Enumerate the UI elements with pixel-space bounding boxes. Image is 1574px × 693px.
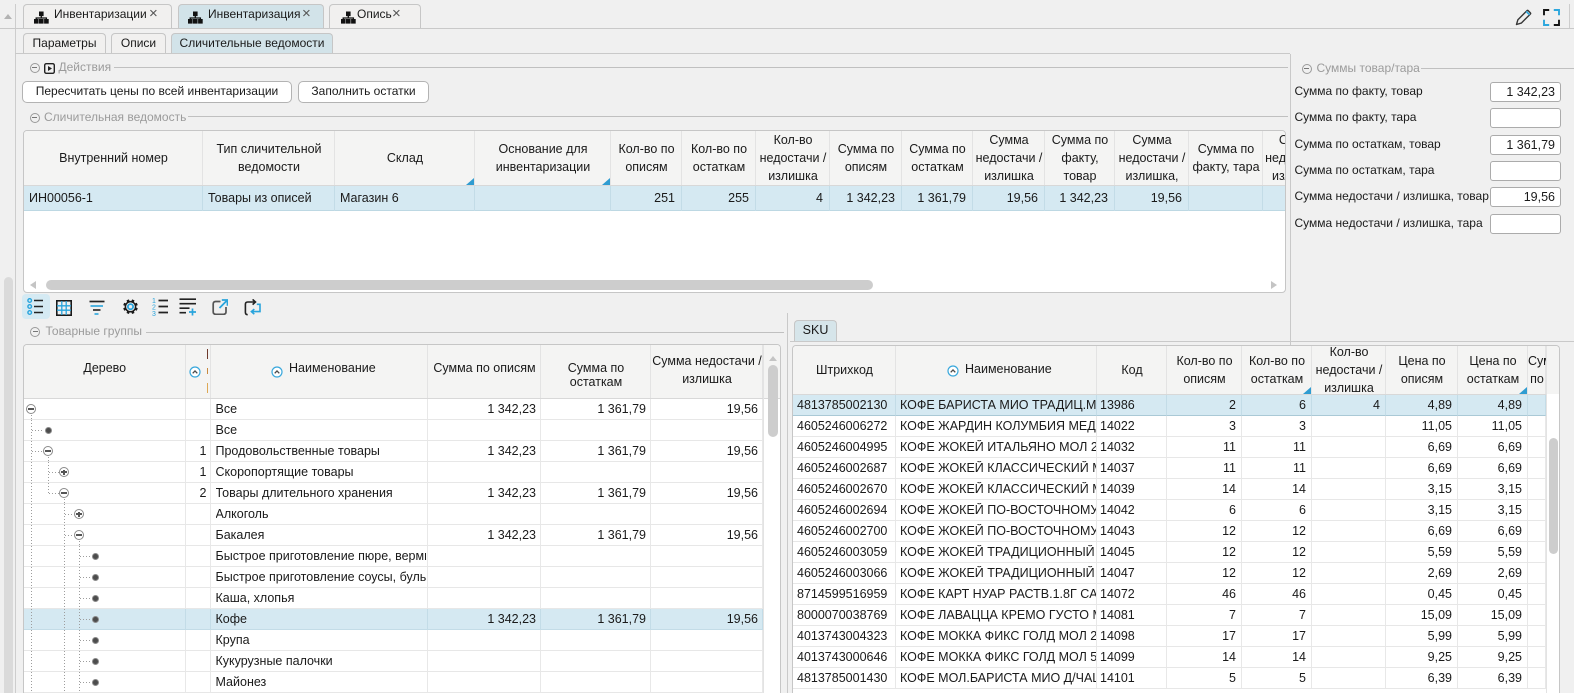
svg-text:3: 3 bbox=[152, 311, 156, 316]
